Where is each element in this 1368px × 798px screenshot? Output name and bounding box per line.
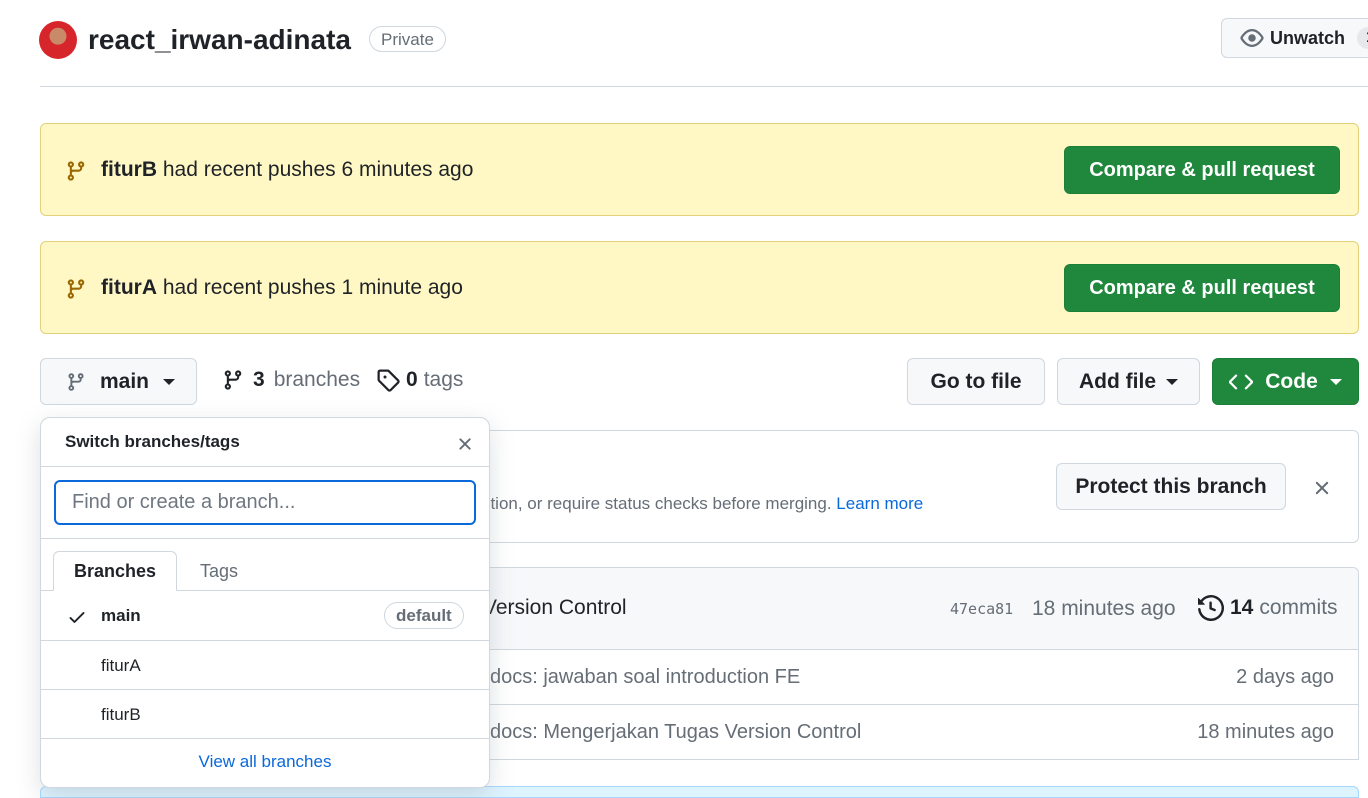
banner-message: fiturB had recent pushes 6 minutes ago: [101, 158, 474, 181]
tags-count: 0: [406, 368, 418, 391]
protect-branch-button[interactable]: Protect this branch: [1056, 463, 1286, 510]
code-button[interactable]: Code: [1212, 358, 1359, 405]
current-branch-label: main: [100, 369, 150, 393]
row-commit-message[interactable]: docs: jawaban soal introduction FE: [490, 666, 800, 689]
commit-sha[interactable]: 47eca81: [950, 600, 1013, 618]
banner-branch-name[interactable]: fiturA: [101, 276, 157, 299]
banner-branch-name[interactable]: fiturB: [101, 158, 157, 181]
tags-link[interactable]: 0 tags: [376, 368, 463, 392]
tag-icon: [376, 368, 400, 392]
recent-push-banner-fiturA: fiturA had recent pushes 1 minute ago Co…: [40, 241, 1359, 334]
protect-branch-text: etion, or require status checks before m…: [481, 494, 924, 513]
commits-count: 14: [1230, 596, 1254, 619]
branch-item-label: fiturB: [101, 705, 141, 724]
close-icon[interactable]: [455, 434, 475, 454]
branches-link[interactable]: 3 branches: [222, 368, 360, 392]
divider: [41, 466, 489, 467]
compare-pull-request-button[interactable]: Compare & pull request: [1064, 264, 1340, 312]
unwatch-button[interactable]: Unwatch 1: [1221, 18, 1368, 58]
dropdown-title: Switch branches/tags: [65, 432, 240, 451]
code-icon: [1229, 370, 1254, 394]
branch-item-fiturA[interactable]: fiturA: [41, 640, 489, 689]
check-icon: [67, 607, 87, 627]
branch-select-button[interactable]: main: [40, 358, 197, 405]
repo-name[interactable]: react_irwan-adinata: [88, 22, 351, 58]
row-time: 2 days ago: [1236, 666, 1334, 688]
private-badge: Private: [369, 26, 446, 52]
avatar[interactable]: [39, 21, 77, 59]
chevron-down-icon: [1166, 378, 1178, 385]
learn-more-link[interactable]: Learn more: [836, 494, 923, 513]
close-icon[interactable]: [1311, 477, 1333, 499]
git-branch-icon: [65, 278, 87, 300]
git-branch-icon: [222, 369, 244, 391]
recent-push-banner-fiturB: fiturB had recent pushes 6 minutes ago C…: [40, 123, 1359, 216]
watch-count: 1: [1357, 27, 1368, 49]
divider: [41, 738, 489, 739]
chevron-down-icon: [163, 378, 176, 385]
code-label: Code: [1265, 369, 1318, 393]
default-badge: default: [384, 602, 464, 629]
history-icon: [1198, 595, 1224, 621]
view-all-branches-link[interactable]: View all branches: [41, 752, 489, 772]
git-branch-icon: [66, 372, 86, 392]
header-divider: [40, 86, 1368, 87]
commits-link[interactable]: 14 commits: [1198, 595, 1338, 621]
commits-label: commits: [1259, 596, 1338, 619]
branch-search-input[interactable]: [54, 480, 476, 525]
row-time: 18 minutes ago: [1197, 721, 1334, 743]
commit-time: 18 minutes ago: [1032, 597, 1176, 620]
tags-label: tags: [423, 368, 464, 391]
banner-message: fiturA had recent pushes 1 minute ago: [101, 276, 463, 299]
unwatch-label: Unwatch: [1270, 27, 1346, 48]
add-file-label: Add file: [1079, 369, 1156, 393]
eye-icon: [1240, 26, 1264, 50]
go-to-file-button[interactable]: Go to file: [907, 358, 1045, 405]
branch-item-fiturB[interactable]: fiturB: [41, 689, 489, 738]
branch-item-label: main: [101, 606, 141, 625]
compare-pull-request-button[interactable]: Compare & pull request: [1064, 146, 1340, 194]
branches-count: 3: [253, 368, 265, 391]
row-commit-message[interactable]: docs: Mengerjakan Tugas Version Control: [490, 721, 861, 744]
add-file-button[interactable]: Add file: [1057, 358, 1200, 405]
branch-item-label: fiturA: [101, 656, 141, 675]
tab-branches[interactable]: Branches: [53, 551, 177, 591]
tab-tags[interactable]: Tags: [186, 551, 252, 591]
divider: [41, 538, 489, 539]
git-branch-icon: [65, 160, 87, 182]
branch-switcher-dropdown: Switch branches/tags Branches Tags main …: [40, 417, 490, 788]
latest-commit-message[interactable]: Version Control: [483, 596, 627, 620]
branch-item-main[interactable]: main default: [41, 590, 489, 639]
branches-label: branches: [273, 368, 361, 391]
chevron-down-icon: [1329, 378, 1342, 385]
